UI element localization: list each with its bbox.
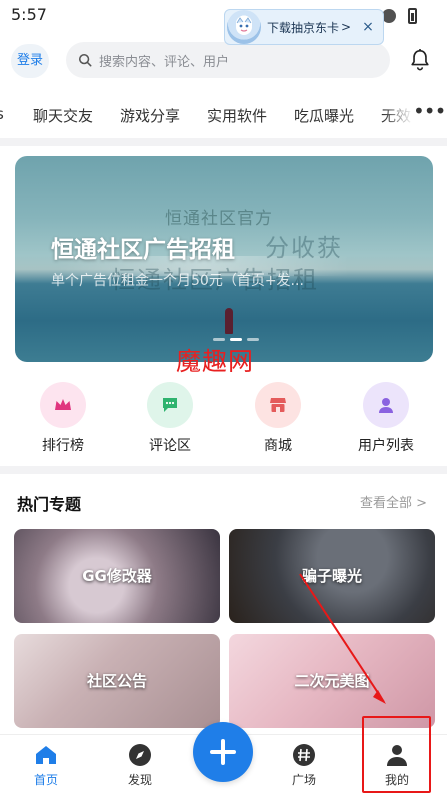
user-icon [363, 382, 409, 428]
banner-subtitle: 单个广告位租金一个月50元（首页+发... [51, 273, 304, 289]
tab-chat[interactable]: 聊天交友 [33, 105, 93, 126]
plus-icon [210, 739, 236, 765]
status-icons [382, 8, 417, 24]
ad-arrow-icon: > [341, 20, 352, 34]
app-screen: 5:57 登录 搜索内容、评论、用户 下载抽京东卡 > × s 聊天交友 游戏分… [0, 0, 447, 795]
compass-icon [129, 744, 151, 766]
bell-icon[interactable] [409, 48, 431, 72]
topic-card[interactable]: GG修改器 [14, 529, 220, 623]
quick-link-ranking[interactable]: 排行榜 [18, 382, 108, 455]
main-section: 恒通社区官方 分收获 恒通社区广告招租 恒通社区广告招租 单个广告位租金一个月5… [0, 146, 447, 466]
comment-icon [147, 382, 193, 428]
ad-close-button[interactable]: × [359, 17, 377, 37]
carousel-dot[interactable] [213, 338, 225, 341]
search-icon [78, 53, 92, 67]
crown-icon [40, 382, 86, 428]
search-input[interactable]: 搜索内容、评论、用户 [66, 42, 390, 78]
signal-icon [382, 9, 396, 23]
quick-link-label: 商城 [264, 438, 292, 454]
banner-title: 恒通社区广告招租 [51, 237, 235, 263]
tab-software[interactable]: 实用软件 [207, 105, 267, 126]
nav-discover[interactable]: 发现 [110, 743, 170, 788]
category-tabs: s 聊天交友 游戏分享 实用软件 吃瓜曝光 无效 ••• [0, 90, 447, 138]
topic-card[interactable]: 二次元美图 [229, 634, 435, 728]
topic-card-label: 二次元美图 [294, 672, 370, 690]
home-icon [36, 746, 56, 764]
status-time: 5:57 [11, 5, 47, 24]
banner-watermark-mid: 分收获 [265, 234, 343, 262]
topic-card[interactable]: 社区公告 [14, 634, 220, 728]
shop-icon [255, 382, 301, 428]
view-all-link[interactable]: 查看全部 > [360, 492, 427, 511]
hashtag-icon [293, 744, 315, 766]
nav-label: 首页 [33, 773, 58, 787]
quick-link-users[interactable]: 用户列表 [341, 382, 431, 455]
carousel-dot[interactable] [247, 338, 259, 341]
tabs-fade [383, 90, 413, 138]
quick-links: 排行榜 评论区 商城 用户列表 [0, 382, 447, 462]
tab-gossip[interactable]: 吃瓜曝光 [294, 105, 354, 126]
site-watermark: 魔趣网 [176, 347, 255, 376]
quick-link-label: 评论区 [149, 438, 191, 454]
hot-topics-section: 热门专题 查看全部 > GG修改器 骗子曝光 社区公告 二次元美图 [0, 474, 447, 734]
battery-icon [408, 8, 417, 24]
topic-card-label: 骗子曝光 [301, 567, 362, 585]
chevron-right-icon: > [416, 496, 427, 511]
nav-label: 发现 [127, 773, 152, 787]
quick-link-label: 排行榜 [42, 438, 84, 454]
annotation-highlight-box [362, 716, 431, 793]
login-button[interactable]: 登录 [11, 44, 49, 78]
view-all-label: 查看全部 [359, 496, 412, 511]
nav-label: 广场 [291, 773, 316, 787]
carousel-indicators [213, 338, 259, 341]
ad-banner-pill[interactable]: 下载抽京东卡 > × [224, 9, 384, 45]
carousel-dot-active[interactable] [230, 338, 242, 341]
tab-games[interactable]: 游戏分享 [120, 105, 180, 126]
mascot-icon [227, 10, 261, 44]
nav-home[interactable]: 首页 [16, 743, 76, 788]
banner-watermark-top: 恒通社区官方 [165, 209, 273, 229]
search-placeholder: 搜索内容、评论、用户 [99, 54, 230, 70]
topic-card-label: GG修改器 [82, 567, 152, 585]
nav-square[interactable]: 广场 [274, 743, 334, 788]
quick-link-comments[interactable]: 评论区 [125, 382, 215, 455]
create-post-button[interactable] [193, 722, 253, 782]
tab-partial[interactable]: s [0, 105, 4, 123]
hot-topics-title: 热门专题 [17, 495, 82, 514]
topic-card-label: 社区公告 [86, 672, 147, 690]
quick-link-label: 用户列表 [358, 438, 414, 454]
banner-figure [225, 308, 233, 334]
ad-text: 下载抽京东卡 [267, 20, 340, 35]
more-tabs-icon[interactable]: ••• [413, 101, 446, 124]
quick-link-shop[interactable]: 商城 [233, 382, 323, 455]
topic-card[interactable]: 骗子曝光 [229, 529, 435, 623]
banner-carousel[interactable]: 恒通社区官方 分收获 恒通社区广告招租 恒通社区广告招租 单个广告位租金一个月5… [15, 156, 433, 362]
